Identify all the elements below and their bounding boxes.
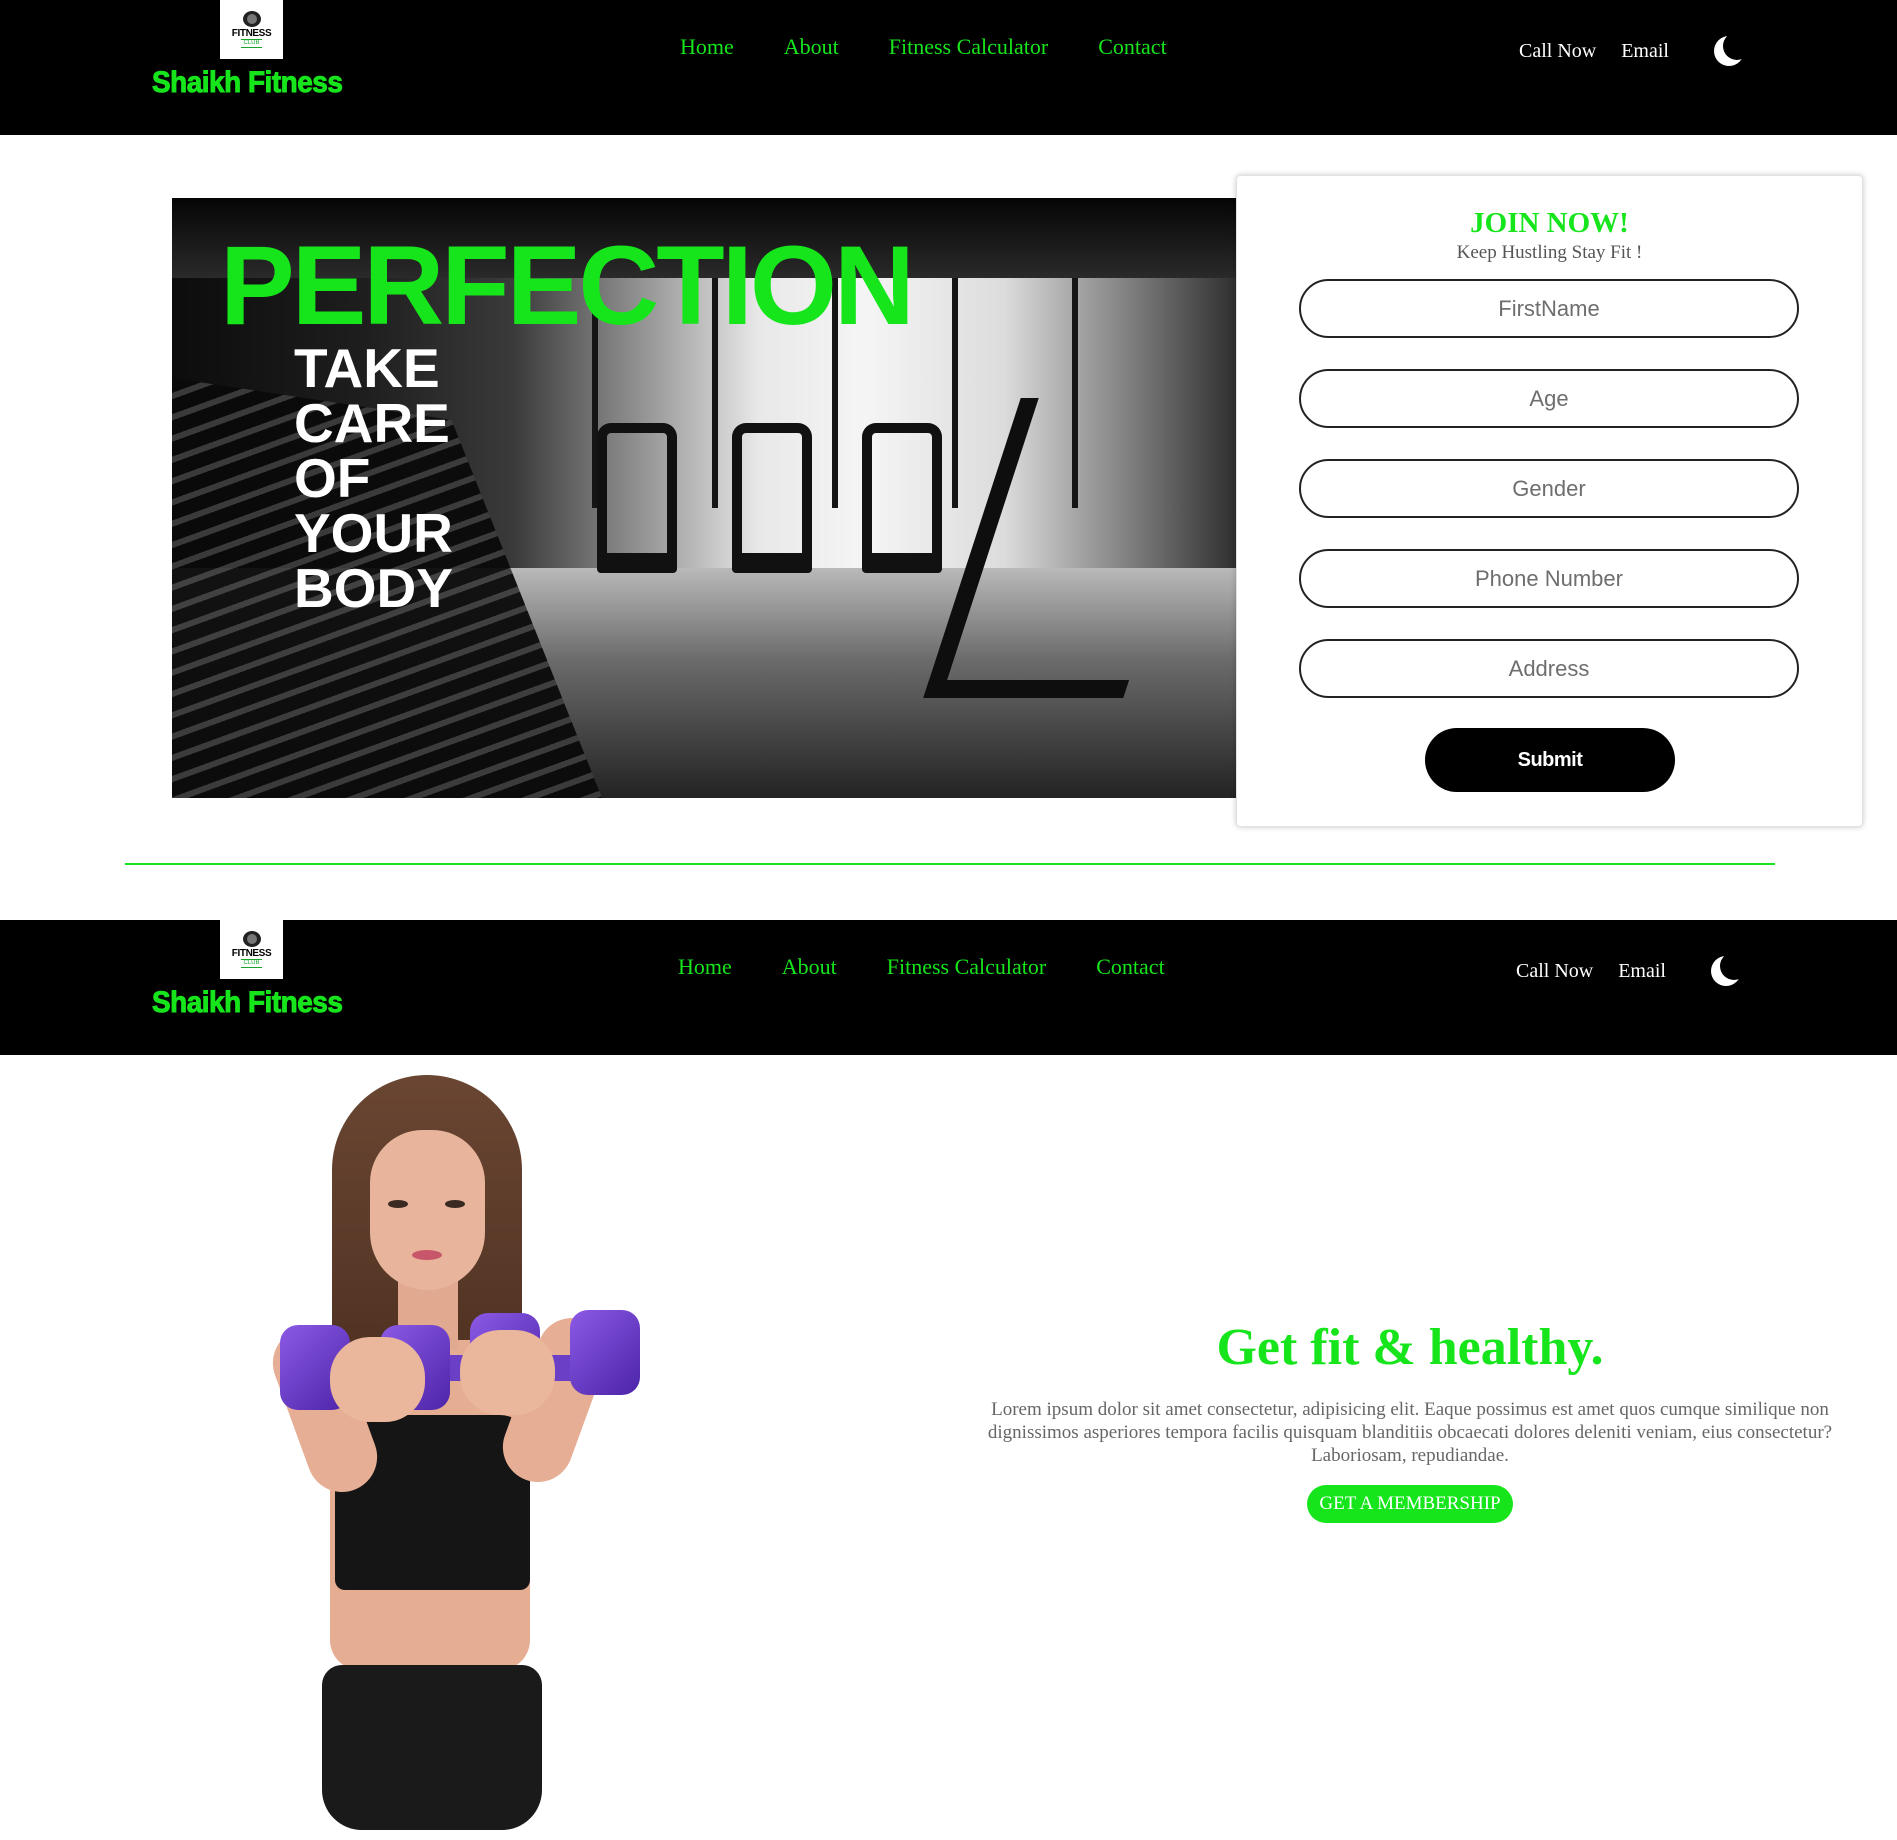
hero-headline: PERFECTION [220,223,915,348]
first-name-field[interactable] [1299,279,1799,338]
section-body: Lorem ipsum dolor sit amet consectetur, … [987,1399,1833,1466]
brand[interactable]: FITNESS CLUB Shaikh Fitness [150,920,350,1030]
nav-link-home[interactable]: Home [680,34,734,60]
logo-word: FITNESS [231,28,272,39]
section-title: Get fit & healthy. [1216,1319,1604,1376]
section-divider [125,863,1775,865]
moon-icon[interactable] [1713,32,1751,66]
brand-name: Shaikh Fitness [152,986,344,1020]
navbar: FITNESS CLUB Shaikh Fitness Home About F… [0,920,1897,1055]
form-title: JOIN NOW! [1470,207,1629,239]
submit-button[interactable]: Submit [1425,728,1675,792]
hero-subline: TAKE CARE OF YOUR BODY [294,337,453,619]
woman-with-dumbbell-photo [263,1075,660,1830]
call-now-link[interactable]: Call Now [1519,40,1596,63]
navbar: FITNESS CLUB Shaikh Fitness Home About F… [0,0,1897,135]
nav-actions: Call Now Email [1519,32,1751,66]
email-link[interactable]: Email [1621,40,1669,63]
nav-link-about[interactable]: About [784,34,839,60]
nav-actions: Call Now Email [1516,952,1748,986]
join-form: JOIN NOW! Keep Hustling Stay Fit ! Submi… [1236,175,1863,827]
call-now-link[interactable]: Call Now [1516,960,1593,983]
nav-link-about[interactable]: About [782,954,837,980]
gender-field[interactable] [1299,459,1799,518]
get-membership-button[interactable]: GET A MEMBERSHIP [1307,1485,1513,1523]
gym-interior-photo: PERFECTION TAKE CARE OF YOUR BODY [172,198,1238,798]
nav-links: Home About Fitness Calculator Contact [678,954,1215,980]
logo-word: FITNESS [231,948,272,959]
nav-link-fitness-calculator[interactable]: Fitness Calculator [887,954,1046,980]
nav-links: Home About Fitness Calculator Contact [680,34,1217,60]
phone-number-field[interactable] [1299,549,1799,608]
logo-emblem-icon [242,931,261,947]
email-link[interactable]: Email [1618,960,1666,983]
address-field[interactable] [1299,639,1799,698]
age-field[interactable] [1299,369,1799,428]
fitness-club-logo: FITNESS CLUB [220,0,283,59]
brand-name: Shaikh Fitness [152,66,344,100]
logo-emblem-icon [242,11,261,27]
form-tagline: Keep Hustling Stay Fit ! [1456,242,1643,263]
logo-sub: CLUB [241,39,262,48]
fitness-club-logo: FITNESS CLUB [220,920,283,979]
nav-link-contact[interactable]: Contact [1096,954,1164,980]
nav-link-home[interactable]: Home [678,954,732,980]
brand[interactable]: FITNESS CLUB Shaikh Fitness [150,0,350,110]
logo-sub: CLUB [241,959,262,968]
nav-link-fitness-calculator[interactable]: Fitness Calculator [889,34,1048,60]
moon-icon[interactable] [1710,952,1748,986]
nav-link-contact[interactable]: Contact [1098,34,1166,60]
